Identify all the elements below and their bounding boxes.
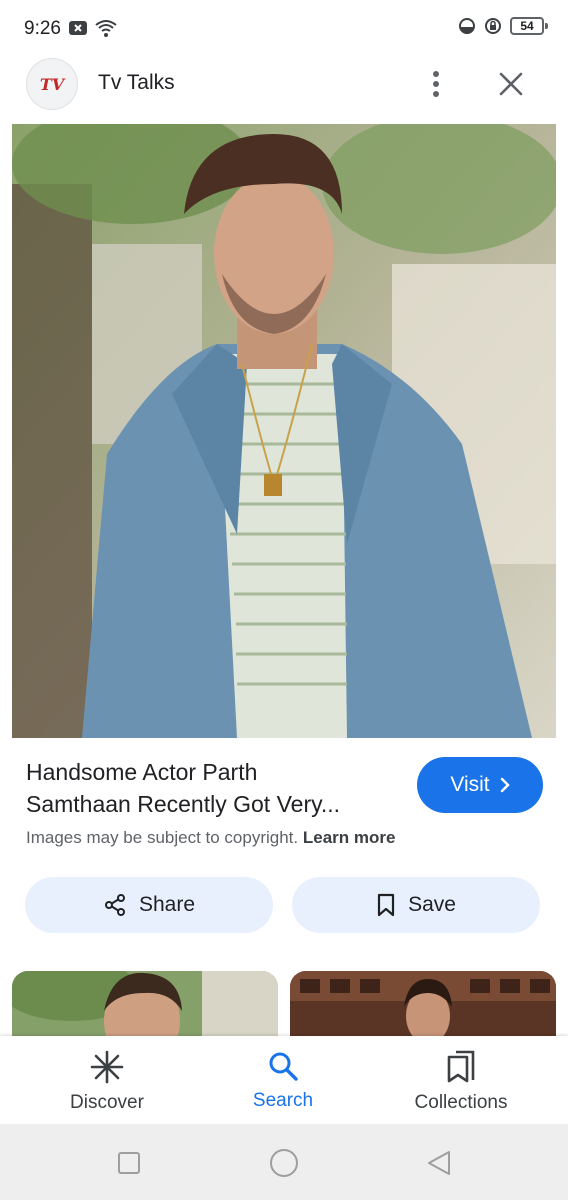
related-image-1[interactable]: [12, 971, 278, 1041]
share-label: Share: [138, 893, 196, 916]
status-left-icons: [68, 18, 118, 38]
related-photo-1: [12, 971, 278, 1041]
status-time: 9:26: [24, 18, 61, 39]
status-right-icons: 54: [458, 17, 548, 35]
source-logo-text: TV: [39, 74, 65, 94]
back-button[interactable]: [422, 1146, 456, 1180]
visit-label: Visit: [450, 773, 490, 796]
square-icon: [118, 1152, 140, 1174]
battery-icon: 54: [510, 17, 548, 35]
search-icon: [269, 1052, 298, 1081]
related-image-2[interactable]: [290, 971, 556, 1041]
result-title[interactable]: Handsome Actor Parth Samthaan Recently G…: [26, 756, 406, 820]
copyright-text: Images may be subject to copyright.: [26, 828, 299, 847]
nav-discover-label: Discover: [70, 1092, 144, 1113]
system-navigation-bar: [0, 1124, 568, 1200]
main-photo: [12, 124, 556, 738]
nav-collections[interactable]: Collections: [381, 1050, 541, 1114]
nav-collections-label: Collections: [414, 1092, 508, 1113]
status-bar: 9:26 54: [0, 0, 568, 58]
data-saver-icon: [459, 18, 475, 34]
nav-search[interactable]: Search: [203, 1050, 363, 1112]
wifi-icon: [95, 20, 117, 37]
related-photo-2: [290, 971, 556, 1041]
notification-x-icon: [69, 21, 87, 35]
lock-rotate-icon: [485, 18, 501, 34]
recents-button[interactable]: [112, 1146, 146, 1180]
chevron-right-icon: [500, 777, 510, 793]
main-image[interactable]: [12, 124, 556, 738]
nav-discover[interactable]: Discover: [27, 1050, 187, 1114]
home-button[interactable]: [267, 1146, 301, 1180]
more-vert-icon: [433, 71, 439, 97]
circle-icon: [270, 1149, 298, 1177]
more-options-button[interactable]: [416, 64, 456, 104]
close-icon: [499, 72, 523, 96]
learn-more-link[interactable]: Learn more: [303, 828, 396, 847]
collections-icon: [447, 1050, 475, 1083]
triangle-back-icon: [428, 1151, 450, 1175]
bookmark-icon: [377, 893, 395, 917]
share-button[interactable]: Share: [25, 877, 273, 933]
save-button[interactable]: Save: [292, 877, 540, 933]
visit-button[interactable]: Visit: [417, 757, 543, 813]
source-logo[interactable]: TV: [26, 58, 78, 110]
result-title-line2: Samthaan Recently Got Very...: [26, 791, 341, 817]
nav-search-label: Search: [252, 1090, 314, 1111]
close-button[interactable]: [490, 64, 532, 104]
share-icon: [104, 894, 125, 916]
copyright-notice: Images may be subject to copyright. Lear…: [26, 828, 395, 848]
bottom-navigation: Discover Search Collections: [0, 1036, 568, 1124]
result-title-line1: Handsome Actor Parth: [26, 759, 258, 785]
save-label: Save: [408, 893, 456, 916]
asterisk-icon: [90, 1050, 124, 1084]
viewer-header: TV Tv Talks: [0, 58, 568, 124]
source-name[interactable]: Tv Talks: [98, 71, 175, 95]
